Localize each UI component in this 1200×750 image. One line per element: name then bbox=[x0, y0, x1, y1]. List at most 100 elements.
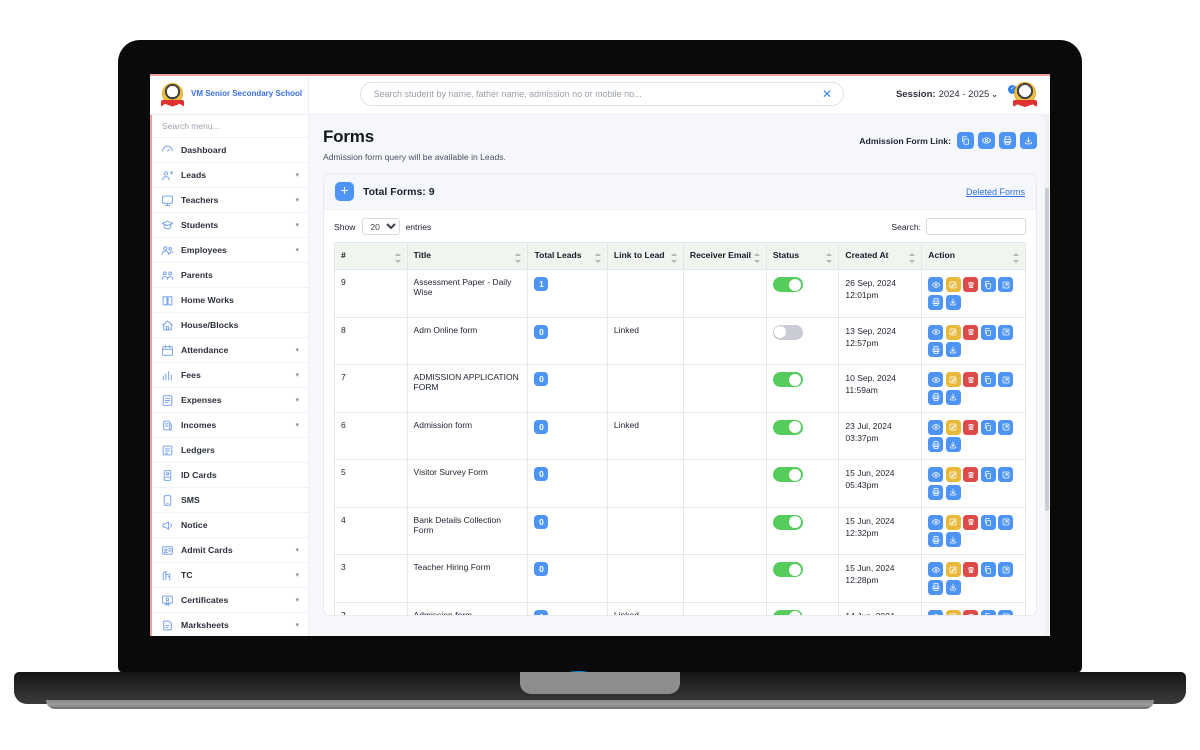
sort-icon[interactable] bbox=[909, 253, 916, 263]
scrollbar-thumb[interactable] bbox=[1045, 187, 1049, 511]
print-icon[interactable] bbox=[928, 437, 944, 452]
copy-icon[interactable] bbox=[980, 324, 996, 340]
leads-count-badge[interactable]: 0 bbox=[534, 372, 549, 386]
status-toggle[interactable] bbox=[772, 372, 803, 387]
status-toggle[interactable] bbox=[772, 514, 803, 530]
status-toggle[interactable] bbox=[772, 467, 803, 482]
sidebar-item-ledgers[interactable]: Ledgers bbox=[152, 438, 308, 463]
chevron-down-icon[interactable]: ▾ bbox=[295, 371, 299, 379]
edit-icon[interactable] bbox=[945, 562, 961, 577]
deleted-forms-link[interactable]: Deleted Forms bbox=[966, 187, 1025, 197]
sidebar-search-input[interactable]: Search menu... bbox=[152, 115, 308, 138]
page-scrollbar[interactable] bbox=[1045, 115, 1049, 636]
clear-search-icon[interactable]: ✕ bbox=[819, 87, 834, 102]
chevron-down-icon[interactable]: ▾ bbox=[295, 596, 299, 604]
column-header-action[interactable]: Action bbox=[921, 242, 1026, 270]
school-brand[interactable]: ★ VM Senior Secondary School bbox=[150, 74, 309, 114]
external-link-icon[interactable] bbox=[998, 372, 1014, 387]
copy-icon[interactable] bbox=[980, 467, 996, 482]
delete-icon[interactable] bbox=[963, 609, 979, 615]
column-header-created-at[interactable]: Created At bbox=[838, 242, 923, 270]
global-search-input[interactable] bbox=[373, 89, 832, 99]
print-icon[interactable] bbox=[928, 389, 944, 405]
edit-icon[interactable] bbox=[945, 514, 961, 530]
delete-icon[interactable] bbox=[963, 324, 979, 340]
print-icon[interactable] bbox=[928, 579, 944, 595]
chevron-down-icon[interactable]: ▾ bbox=[295, 396, 299, 404]
eye-icon[interactable] bbox=[928, 372, 944, 387]
delete-icon[interactable] bbox=[963, 467, 979, 482]
download-icon[interactable] bbox=[945, 389, 961, 405]
sidebar-item-notice[interactable]: Notice bbox=[152, 513, 308, 538]
print-icon[interactable] bbox=[928, 484, 944, 500]
column-header-link-to-lead[interactable]: Link to Lead bbox=[606, 242, 684, 270]
print-icon[interactable] bbox=[928, 532, 944, 547]
sort-icon[interactable] bbox=[753, 253, 761, 263]
copy-icon[interactable] bbox=[980, 609, 996, 615]
chevron-down-icon[interactable]: ⌄ bbox=[991, 90, 998, 99]
delete-icon[interactable] bbox=[963, 277, 979, 292]
sort-icon[interactable] bbox=[1013, 253, 1020, 263]
sidebar-item-sms[interactable]: SMS bbox=[152, 488, 308, 513]
external-link-icon[interactable] bbox=[998, 467, 1014, 482]
sidebar-item-teachers[interactable]: Teachers ▾ bbox=[152, 188, 308, 213]
status-toggle[interactable] bbox=[772, 609, 803, 615]
sidebar-item-marksheets[interactable]: Marksheets ▾ bbox=[152, 613, 308, 636]
print-icon[interactable] bbox=[928, 342, 944, 357]
eye-icon[interactable] bbox=[928, 277, 944, 292]
status-toggle[interactable] bbox=[772, 562, 803, 577]
status-toggle[interactable] bbox=[772, 419, 803, 435]
column-header-status[interactable]: Status bbox=[765, 242, 840, 270]
session-selector[interactable]: Session: 2024 - 2025 ⌄ bbox=[896, 89, 998, 100]
edit-icon[interactable] bbox=[945, 277, 961, 292]
global-search-box[interactable]: ✕ bbox=[360, 82, 845, 106]
print-icon[interactable] bbox=[999, 132, 1016, 149]
status-toggle[interactable] bbox=[772, 277, 803, 292]
external-link-icon[interactable] bbox=[998, 419, 1014, 435]
edit-icon[interactable] bbox=[945, 372, 961, 387]
eye-icon[interactable] bbox=[928, 419, 944, 435]
sidebar-item-tc[interactable]: TC ▾ bbox=[152, 563, 308, 588]
delete-icon[interactable] bbox=[963, 562, 979, 577]
copy-icon[interactable] bbox=[980, 419, 996, 435]
chevron-down-icon[interactable]: ▾ bbox=[295, 421, 299, 429]
edit-icon[interactable] bbox=[945, 324, 961, 340]
avatar[interactable]: ✓ ★ bbox=[1008, 80, 1038, 107]
chevron-down-icon[interactable]: ▾ bbox=[295, 221, 299, 229]
eye-icon[interactable] bbox=[928, 562, 944, 577]
chevron-down-icon[interactable]: ▾ bbox=[295, 196, 299, 204]
delete-icon[interactable] bbox=[963, 419, 979, 435]
leads-count-badge[interactable]: 0 bbox=[534, 419, 549, 434]
sort-icon[interactable] bbox=[594, 253, 602, 263]
chevron-down-icon[interactable]: ▾ bbox=[295, 571, 299, 579]
sidebar-item-admit-cards[interactable]: Admit Cards ▾ bbox=[152, 538, 308, 563]
download-icon[interactable] bbox=[945, 342, 961, 357]
leads-count-badge[interactable]: 0 bbox=[534, 562, 549, 576]
sort-icon[interactable] bbox=[394, 253, 402, 263]
sort-icon[interactable] bbox=[515, 253, 522, 263]
sort-icon[interactable] bbox=[670, 253, 678, 263]
edit-icon[interactable] bbox=[945, 609, 961, 615]
sidebar-item-parents[interactable]: Parents bbox=[152, 263, 308, 288]
download-icon[interactable] bbox=[1020, 132, 1037, 149]
column-header-receiver-email[interactable]: Receiver Email bbox=[682, 242, 767, 270]
sidebar-item-students[interactable]: Students ▾ bbox=[152, 213, 308, 238]
column-header-title[interactable]: Title bbox=[406, 242, 529, 270]
eye-icon[interactable] bbox=[928, 609, 944, 615]
eye-icon[interactable] bbox=[928, 324, 944, 340]
leads-count-badge[interactable]: 0 bbox=[534, 467, 549, 481]
download-icon[interactable] bbox=[945, 437, 961, 452]
sidebar-item-fees[interactable]: Fees ▾ bbox=[152, 363, 308, 388]
external-link-icon[interactable] bbox=[998, 514, 1014, 530]
leads-count-badge[interactable]: 0 bbox=[534, 324, 549, 339]
download-icon[interactable] bbox=[945, 484, 961, 500]
delete-icon[interactable] bbox=[963, 372, 979, 387]
leads-count-badge[interactable]: 1 bbox=[534, 609, 549, 615]
chevron-down-icon[interactable]: ▾ bbox=[295, 246, 299, 254]
status-toggle[interactable] bbox=[772, 324, 803, 340]
delete-icon[interactable] bbox=[963, 514, 979, 530]
sidebar-item-dashboard[interactable]: Dashboard bbox=[152, 138, 308, 163]
chevron-down-icon[interactable]: ▾ bbox=[295, 621, 299, 629]
eye-icon[interactable] bbox=[928, 467, 944, 482]
add-form-button[interactable]: + bbox=[335, 182, 354, 201]
